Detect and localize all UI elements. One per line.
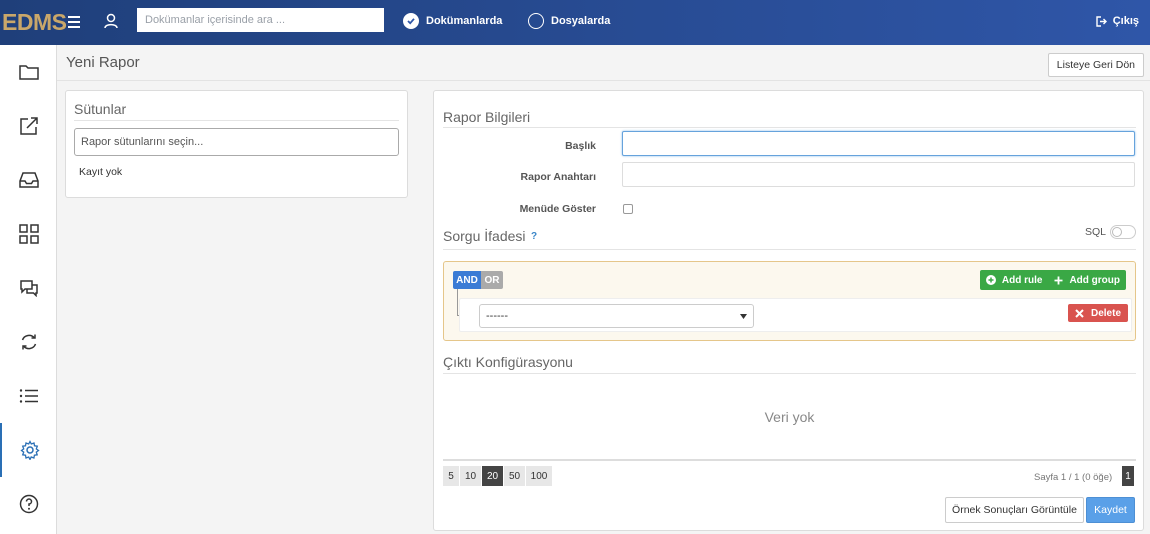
rule-select-value: ------: [486, 310, 508, 322]
rule-field-select[interactable]: ------: [479, 304, 754, 328]
title-label: Başlık: [565, 140, 596, 152]
user-icon[interactable]: [102, 12, 120, 30]
help-icon: [19, 494, 38, 514]
query-title: Sorgu İfadesi: [443, 228, 526, 244]
caret-down-icon: [740, 313, 747, 319]
report-key-input[interactable]: [622, 162, 1135, 187]
add-group-label: Add group: [1069, 274, 1120, 286]
divider: [443, 249, 1136, 250]
sidebar-item-list[interactable]: [0, 369, 57, 423]
app-logo[interactable]: EDMS: [0, 9, 67, 35]
sidebar-item-messages[interactable]: [0, 261, 57, 315]
top-bar: EDMS Dokümanlarda Dosyalarda Çıkış: [0, 0, 1150, 45]
and-button[interactable]: AND: [453, 271, 481, 289]
plus-icon: [1054, 276, 1063, 284]
sidebar-item-folders[interactable]: [0, 45, 57, 99]
radio-documents-label: Dokümanlarda: [426, 15, 503, 27]
page-size-5[interactable]: 5: [443, 466, 459, 486]
rule-row: ------ Delete: [459, 298, 1132, 332]
page-number-1[interactable]: 1: [1122, 466, 1134, 486]
radio-files[interactable]: Dosyalarda: [528, 11, 610, 31]
sql-toggle[interactable]: [1110, 225, 1136, 239]
search-input[interactable]: [137, 8, 384, 32]
add-buttons-group: Add rule Add group: [979, 270, 1126, 290]
logout-icon: [1096, 15, 1107, 27]
report-info-title: Rapor Bilgileri: [443, 109, 531, 125]
radio-documents[interactable]: Dokümanlarda: [403, 11, 502, 31]
add-group-button[interactable]: Add group: [1048, 270, 1126, 290]
divider: [443, 373, 1136, 374]
delete-label: Delete: [1090, 307, 1121, 319]
query-help-icon[interactable]: ?: [531, 231, 537, 242]
chat-icon: [19, 280, 38, 297]
title-input[interactable]: [622, 131, 1135, 156]
sidebar: [0, 45, 57, 534]
sidebar-item-settings[interactable]: [0, 423, 57, 477]
add-rule-label: Add rule: [1001, 274, 1043, 286]
show-in-menu-checkbox[interactable]: [623, 204, 633, 214]
gear-icon: [19, 440, 40, 460]
list-icon: [19, 389, 38, 403]
divider: [443, 127, 1136, 128]
sidebar-item-sync[interactable]: [0, 315, 57, 369]
sidebar-item-shared[interactable]: [0, 99, 57, 153]
output-empty-text: Veri yok: [764, 409, 815, 425]
sidebar-item-dashboard[interactable]: [0, 207, 57, 261]
radio-unchecked-icon: [528, 13, 544, 29]
delete-rule-button[interactable]: Delete: [1067, 304, 1128, 322]
radio-checked-icon: [403, 13, 419, 29]
page-size-50[interactable]: 50: [504, 466, 525, 486]
columns-panel: Sütunlar Kayıt yok: [65, 90, 408, 198]
page-title: Yeni Rapor: [66, 54, 140, 71]
page-info: Sayfa 1 / 1 (0 öğe): [1034, 472, 1113, 483]
logout-label: Çıkış: [1112, 15, 1139, 27]
radio-files-label: Dosyalarda: [551, 15, 611, 27]
or-button[interactable]: OR: [481, 271, 503, 289]
divider: [74, 120, 399, 121]
toggle-knob: [1112, 227, 1122, 237]
inbox-icon: [18, 172, 39, 188]
add-rule-button[interactable]: Add rule: [980, 270, 1049, 290]
columns-select-input[interactable]: [74, 128, 399, 156]
page-size-10[interactable]: 10: [460, 466, 481, 486]
sync-icon: [21, 334, 36, 350]
sql-label: SQL: [1085, 226, 1107, 238]
page-header: Yeni Rapor Listeye Geri Dön: [57, 45, 1150, 81]
report-key-label: Rapor Anahtarı: [520, 171, 596, 183]
report-panel: Rapor Bilgileri Başlık Rapor Anahtarı Me…: [433, 90, 1144, 531]
grid-icon: [18, 224, 39, 244]
plus-circle-icon: [985, 275, 996, 285]
columns-empty-text: Kayıt yok: [79, 166, 123, 178]
output-title: Çıktı Konfigürasyonu: [443, 354, 573, 370]
sidebar-item-inbox[interactable]: [0, 153, 57, 207]
sidebar-item-help[interactable]: [0, 477, 57, 531]
menu-icon[interactable]: [66, 13, 82, 29]
folder-icon: [18, 65, 39, 80]
show-in-menu-label: Menüde Göster: [519, 203, 596, 215]
page-size-20[interactable]: 20: [482, 466, 503, 486]
back-to-list-button[interactable]: Listeye Geri Dön: [1047, 53, 1144, 77]
preview-results-button[interactable]: Örnek Sonuçları Görüntüle: [945, 497, 1084, 523]
save-button[interactable]: Kaydet: [1086, 497, 1135, 523]
columns-title: Sütunlar: [74, 101, 127, 117]
close-icon: [1075, 308, 1084, 318]
page-size-100[interactable]: 100: [526, 466, 552, 486]
logout-link[interactable]: Çıkış: [1096, 15, 1139, 27]
query-builder: AND OR Add rule Add group ------ Delete: [443, 261, 1136, 341]
pager-divider: [443, 459, 1136, 461]
share-icon: [19, 117, 38, 135]
